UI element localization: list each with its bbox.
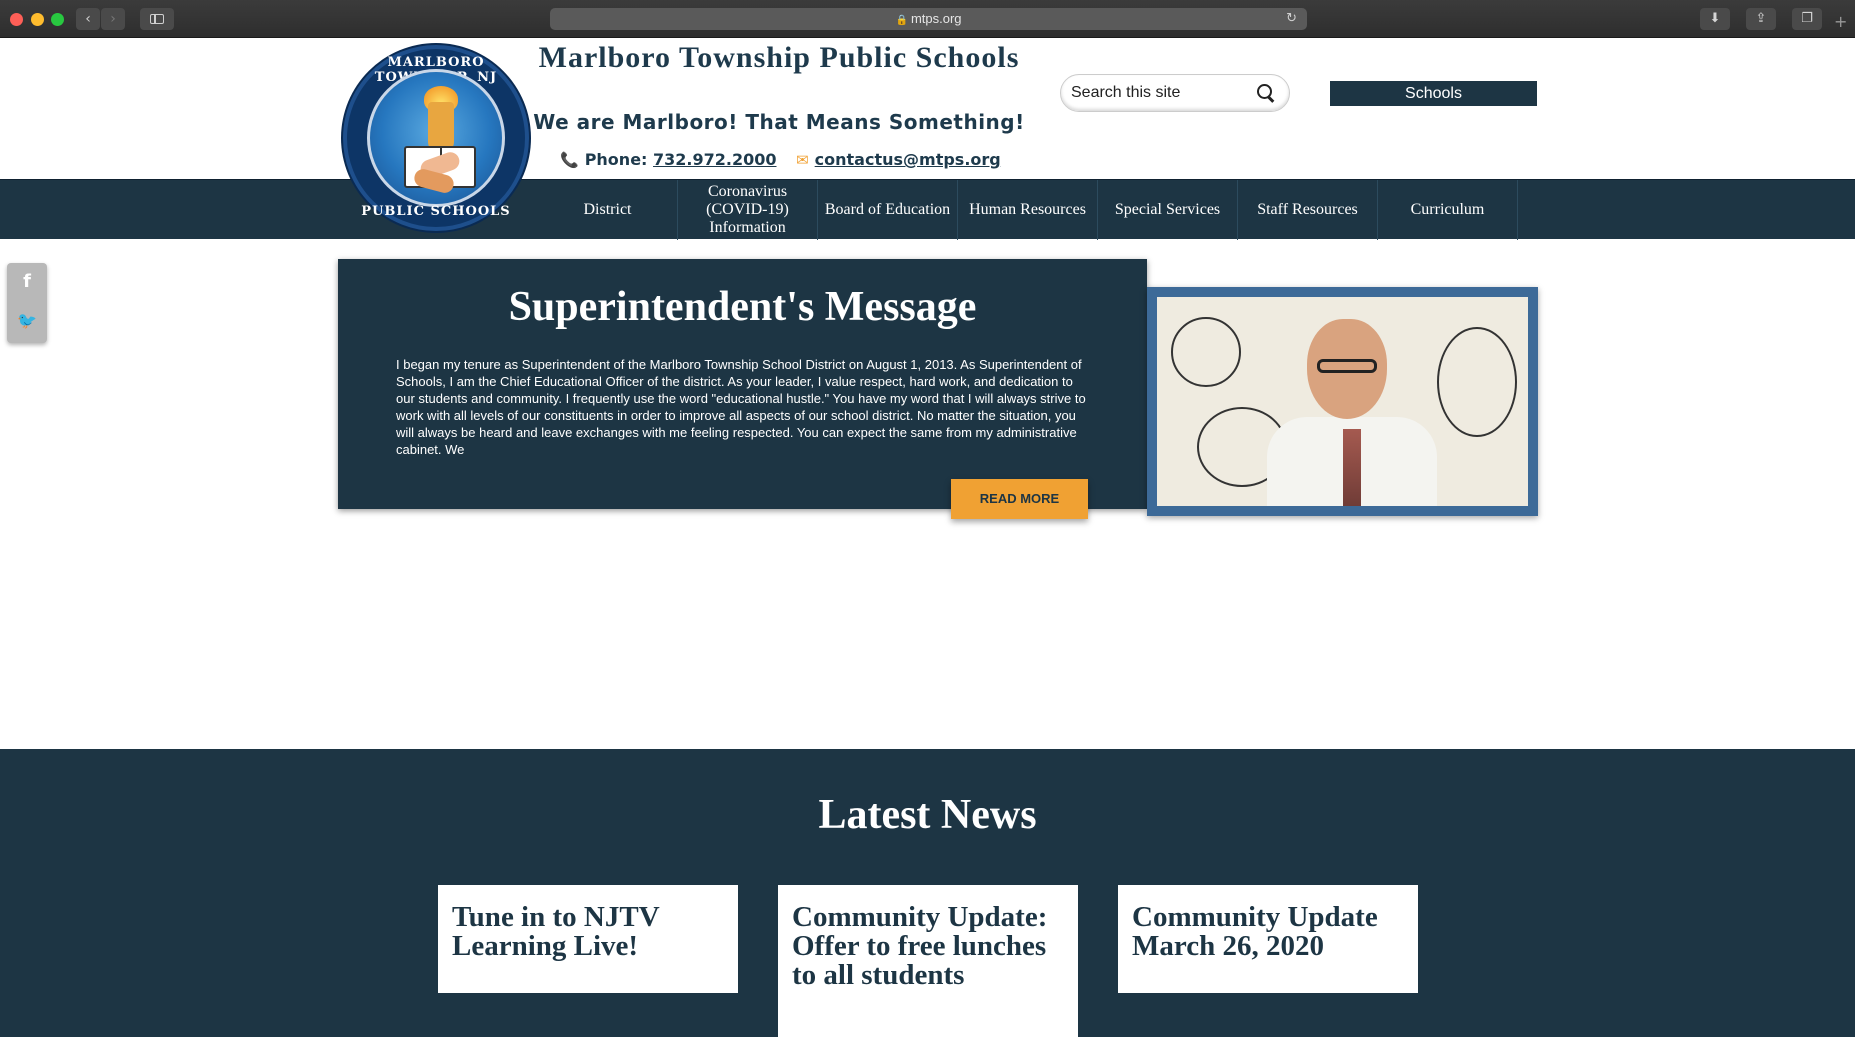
browser-toolbar: ‹ › 🔒 mtps.org ↻ ⬇ ⇪ ❐ +	[0, 0, 1855, 38]
nav-item-district[interactable]: District	[538, 180, 678, 240]
superintendent-message-panel: Superintendent's Message I began my tenu…	[338, 259, 1147, 519]
nav-item-staff-resources[interactable]: Staff Resources	[1238, 180, 1378, 240]
phone-icon: 📞	[560, 151, 579, 169]
site-tagline: We are Marlboro! That Means Something!	[533, 110, 1025, 134]
close-window-button[interactable]	[10, 13, 23, 26]
sidebar-toggle-button[interactable]	[140, 8, 174, 30]
superintendent-body: I began my tenure as Superintendent of t…	[396, 357, 1086, 457]
social-share-bar: f 🐦	[7, 263, 47, 343]
news-card-title[interactable]: Community Update March 26, 2020	[1132, 903, 1404, 961]
nav-item-curriculum[interactable]: Curriculum	[1378, 180, 1518, 240]
schools-dropdown-button[interactable]: Schools	[1330, 81, 1537, 106]
email-link[interactable]: contactus@mtps.org	[815, 150, 1001, 169]
nav-item-special-services[interactable]: Special Services	[1098, 180, 1238, 240]
news-card[interactable]: Community Update: Offer to free lunches …	[778, 885, 1078, 1045]
superintendent-heading: Superintendent's Message	[508, 284, 977, 330]
logo-text-bottom: PUBLIC SCHOOLS	[361, 204, 511, 219]
site-title[interactable]: Marlboro Township Public Schools	[520, 40, 1038, 76]
lock-icon: 🔒	[895, 15, 908, 26]
back-button[interactable]: ‹	[76, 8, 100, 30]
address-bar[interactable]: 🔒 mtps.org ↻	[550, 8, 1307, 30]
minimize-window-button[interactable]	[31, 13, 44, 26]
twitter-icon[interactable]: 🐦	[7, 311, 47, 330]
site-search	[1060, 74, 1290, 112]
search-input[interactable]	[1071, 81, 1251, 105]
main-navigation: District Coronavirus (COVID-19) Informat…	[0, 179, 1855, 240]
facebook-icon[interactable]: f	[7, 271, 47, 292]
nav-item-board-of-education[interactable]: Board of Education	[818, 180, 958, 240]
chevron-right-icon: ›	[110, 11, 116, 27]
torch-icon	[428, 102, 454, 152]
nav-item-coronavirus[interactable]: Coronavirus (COVID-19) Information	[678, 180, 818, 240]
tabs-overview-button[interactable]: ❐	[1792, 8, 1822, 30]
read-more-button[interactable]: READ MORE	[951, 479, 1088, 519]
nav-item-human-resources[interactable]: Human Resources	[958, 180, 1098, 240]
tabs-icon: ❐	[1801, 11, 1813, 26]
logo-emblem	[367, 69, 505, 207]
download-icon: ⬇	[1709, 11, 1721, 26]
chevron-left-icon: ‹	[85, 11, 91, 27]
latest-news-section: Latest News Tune in to NJTV Learning Liv…	[0, 749, 1855, 1045]
url-text: mtps.org	[910, 11, 962, 26]
news-card-title[interactable]: Tune in to NJTV Learning Live!	[452, 903, 724, 961]
sketch-doodle	[1171, 317, 1241, 387]
district-logo[interactable]: MARLBORO TOWNSHIP, NJ PUBLIC SCHOOLS	[343, 45, 529, 231]
glasses-icon	[1317, 359, 1377, 373]
share-button[interactable]: ⇪	[1746, 8, 1776, 30]
contact-info: 📞 Phone: 732.972.2000 ✉ contactus@mtps.org	[560, 150, 1020, 169]
sidebar-icon	[150, 14, 164, 24]
forward-button[interactable]: ›	[101, 8, 125, 30]
person-tie	[1343, 429, 1361, 506]
news-card[interactable]: Community Update March 26, 2020	[1118, 885, 1418, 993]
search-icon[interactable]	[1257, 84, 1275, 102]
news-card[interactable]: Tune in to NJTV Learning Live!	[438, 885, 738, 993]
downloads-button[interactable]: ⬇	[1700, 8, 1730, 30]
new-tab-button[interactable]: +	[1834, 12, 1847, 31]
phone-link[interactable]: 732.972.2000	[653, 150, 776, 169]
news-card-title[interactable]: Community Update: Offer to free lunches …	[792, 903, 1064, 990]
share-icon: ⇪	[1755, 11, 1767, 26]
reload-icon[interactable]: ↻	[1286, 8, 1297, 30]
maximize-window-button[interactable]	[51, 13, 64, 26]
superintendent-photo	[1147, 287, 1538, 516]
sketch-doodle	[1437, 327, 1517, 437]
mail-icon: ✉	[796, 151, 809, 169]
phone-label: Phone:	[584, 150, 648, 169]
latest-news-heading: Latest News	[818, 792, 1037, 838]
